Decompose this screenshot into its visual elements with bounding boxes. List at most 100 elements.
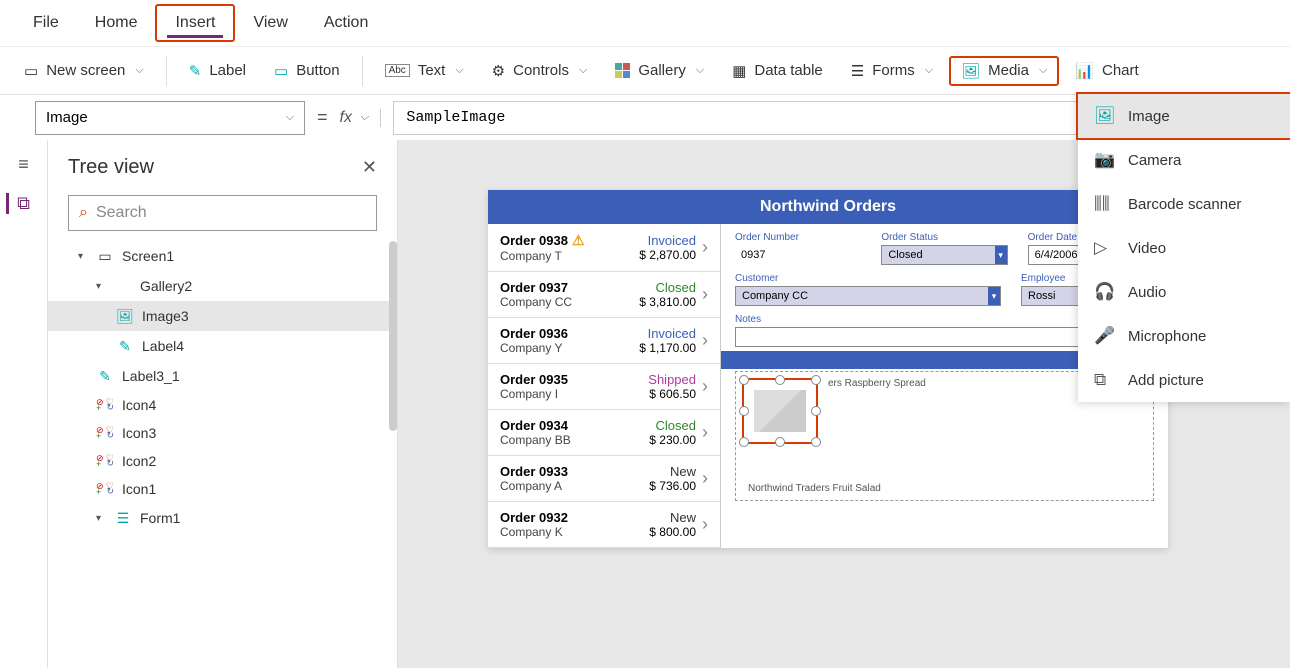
forms-icon: ☰: [851, 62, 864, 80]
image-control-selected[interactable]: [742, 378, 818, 444]
resize-handle[interactable]: [739, 437, 749, 447]
media-button[interactable]: 🖼Media⌵: [949, 56, 1059, 86]
media-menu-microphone[interactable]: 🎤Microphone: [1078, 314, 1290, 358]
tree-item-icon4[interactable]: ⊘♡+↻Icon4: [48, 391, 397, 419]
controls-button[interactable]: ⚙Controls⌵: [480, 56, 600, 86]
search-icon: ⌕: [79, 204, 88, 222]
chevron-down-icon: ⌵: [1039, 64, 1047, 77]
audio-icon: 🎧: [1094, 282, 1114, 302]
chevron-right-icon: ›: [702, 284, 708, 305]
text-icon: Abc: [385, 64, 410, 77]
fx-button[interactable]: fx⌵: [340, 109, 382, 127]
group-icon: ⊘♡+↻: [96, 397, 114, 413]
data-table-button[interactable]: ▦Data table: [720, 56, 835, 86]
gallery-icon: [114, 277, 132, 295]
media-menu-camera[interactable]: 📷Camera: [1078, 138, 1290, 182]
controls-icon: ⚙: [492, 62, 505, 80]
tab-file[interactable]: File: [15, 6, 77, 40]
tab-view[interactable]: View: [235, 6, 305, 40]
group-icon: ⊘♡+↻: [96, 481, 114, 497]
camera-icon: 📷: [1094, 150, 1114, 170]
new-screen-button[interactable]: ▭New screen⌵: [12, 56, 156, 86]
chevron-down-icon: ⌵: [925, 64, 933, 77]
order-row[interactable]: Order 0936Company YInvoiced$ 1,170.00›: [488, 318, 720, 364]
forms-button[interactable]: ☰Forms⌵: [839, 56, 945, 86]
chevron-right-icon: ›: [702, 514, 708, 535]
resize-handle[interactable]: [811, 406, 821, 416]
media-menu-add-picture[interactable]: ⧉Add picture: [1078, 358, 1290, 402]
order-list: Order 0938⚠Company TInvoiced$ 2,870.00›O…: [488, 224, 720, 548]
product-name: Northwind Traders Fruit Salad: [748, 483, 881, 494]
tree-item-icon1[interactable]: ⊘♡+↻Icon1: [48, 475, 397, 503]
media-menu-image[interactable]: 🖼Image: [1076, 92, 1290, 140]
chart-icon: 📊: [1075, 62, 1094, 80]
chart-button[interactable]: 📊Chart: [1063, 56, 1150, 86]
screen-icon: ▭: [96, 247, 114, 265]
order-status-label: Order Status: [881, 232, 1007, 243]
chevron-down-icon: ▾: [995, 246, 1007, 264]
order-status-dropdown[interactable]: Closed▾: [881, 245, 1007, 265]
tree-item-icon2[interactable]: ⊘♡+↻Icon2: [48, 447, 397, 475]
order-number-label: Order Number: [735, 232, 861, 243]
tab-action[interactable]: Action: [306, 6, 386, 40]
order-row[interactable]: Order 0933Company ANew$ 736.00›: [488, 456, 720, 502]
scrollbar-thumb[interactable]: [389, 241, 397, 431]
resize-handle[interactable]: [775, 375, 785, 385]
product-name: ers Raspberry Spread: [828, 378, 926, 389]
app-preview: Northwind Orders 🗑 Order 0938⚠Company TI…: [488, 190, 1168, 548]
chevron-down-icon: ⌵: [360, 111, 368, 124]
text-button[interactable]: AbcText⌵: [373, 56, 476, 85]
tree-item-gallery2[interactable]: ▾Gallery2: [48, 271, 397, 301]
customer-dropdown[interactable]: Company CC▾: [735, 286, 1001, 306]
tree-view-icon[interactable]: ⧉: [6, 193, 30, 214]
hamburger-icon[interactable]: ≡: [18, 154, 29, 175]
chevron-down-icon: ⌵: [455, 64, 463, 77]
search-input[interactable]: ⌕ Search: [68, 195, 377, 231]
media-icon: 🖼: [961, 62, 980, 80]
customer-label: Customer: [735, 273, 1001, 284]
tree-item-icon3[interactable]: ⊘♡+↻Icon3: [48, 419, 397, 447]
order-number-value: 0937: [735, 245, 861, 265]
chevron-down-icon: ⌵: [696, 64, 704, 77]
resize-handle[interactable]: [775, 437, 785, 447]
group-icon: ⊘♡+↻: [96, 425, 114, 441]
media-menu-video[interactable]: ▷Video: [1078, 226, 1290, 270]
close-icon[interactable]: ✕: [362, 157, 377, 178]
tree-item-image3[interactable]: 🖼Image3: [48, 301, 397, 331]
property-dropdown[interactable]: Image⌵: [35, 101, 305, 135]
button-button[interactable]: ▭Button: [262, 56, 352, 86]
tree-item-form1[interactable]: ▾☰Form1: [48, 503, 397, 533]
chevron-down-icon: ⌵: [579, 64, 587, 77]
tab-home[interactable]: Home: [77, 6, 156, 40]
table-icon: ▦: [732, 62, 746, 80]
media-menu-audio[interactable]: 🎧Audio: [1078, 270, 1290, 314]
chevron-down-icon: ⌵: [135, 64, 143, 77]
tab-insert[interactable]: Insert: [155, 4, 235, 42]
order-row[interactable]: Order 0934Company BBClosed$ 230.00›: [488, 410, 720, 456]
resize-handle[interactable]: [811, 375, 821, 385]
tree-title: Tree view: [68, 156, 154, 179]
tree-item-label4[interactable]: ✎Label4: [48, 331, 397, 361]
order-row[interactable]: Order 0938⚠Company TInvoiced$ 2,870.00›: [488, 224, 720, 272]
tree-item-label3-1[interactable]: ✎Label3_1: [48, 361, 397, 391]
resize-handle[interactable]: [739, 375, 749, 385]
app-titlebar: Northwind Orders 🗑: [488, 190, 1168, 224]
microphone-icon: 🎤: [1094, 326, 1114, 346]
gallery-button[interactable]: Gallery⌵: [603, 56, 716, 85]
resize-handle[interactable]: [739, 406, 749, 416]
tree-item-screen1[interactable]: ▾▭Screen1: [48, 241, 397, 271]
ribbon: ▭New screen⌵ ✎Label ▭Button AbcText⌵ ⚙Co…: [0, 46, 1290, 94]
media-menu-barcode[interactable]: ⫼⫼Barcode scanner: [1078, 182, 1290, 226]
image-icon: 🖼: [116, 307, 134, 325]
menu-tabs: File Home Insert View Action: [0, 0, 1290, 46]
order-row[interactable]: Order 0937Company CCClosed$ 3,810.00›: [488, 272, 720, 318]
resize-handle[interactable]: [811, 437, 821, 447]
order-row[interactable]: Order 0932Company KNew$ 800.00›: [488, 502, 720, 548]
tree-list: ▾▭Screen1 ▾Gallery2 🖼Image3 ✎Label4 ✎Lab…: [48, 241, 397, 668]
label-icon: ✎: [116, 337, 134, 355]
order-row[interactable]: Order 0935Company IShipped$ 606.50›: [488, 364, 720, 410]
label-button[interactable]: ✎Label: [177, 56, 258, 86]
chevron-right-icon: ›: [702, 376, 708, 397]
warning-icon: ⚠: [572, 232, 585, 249]
tree-panel: Tree view ✕ ⌕ Search ▾▭Screen1 ▾Gallery2…: [48, 140, 398, 668]
